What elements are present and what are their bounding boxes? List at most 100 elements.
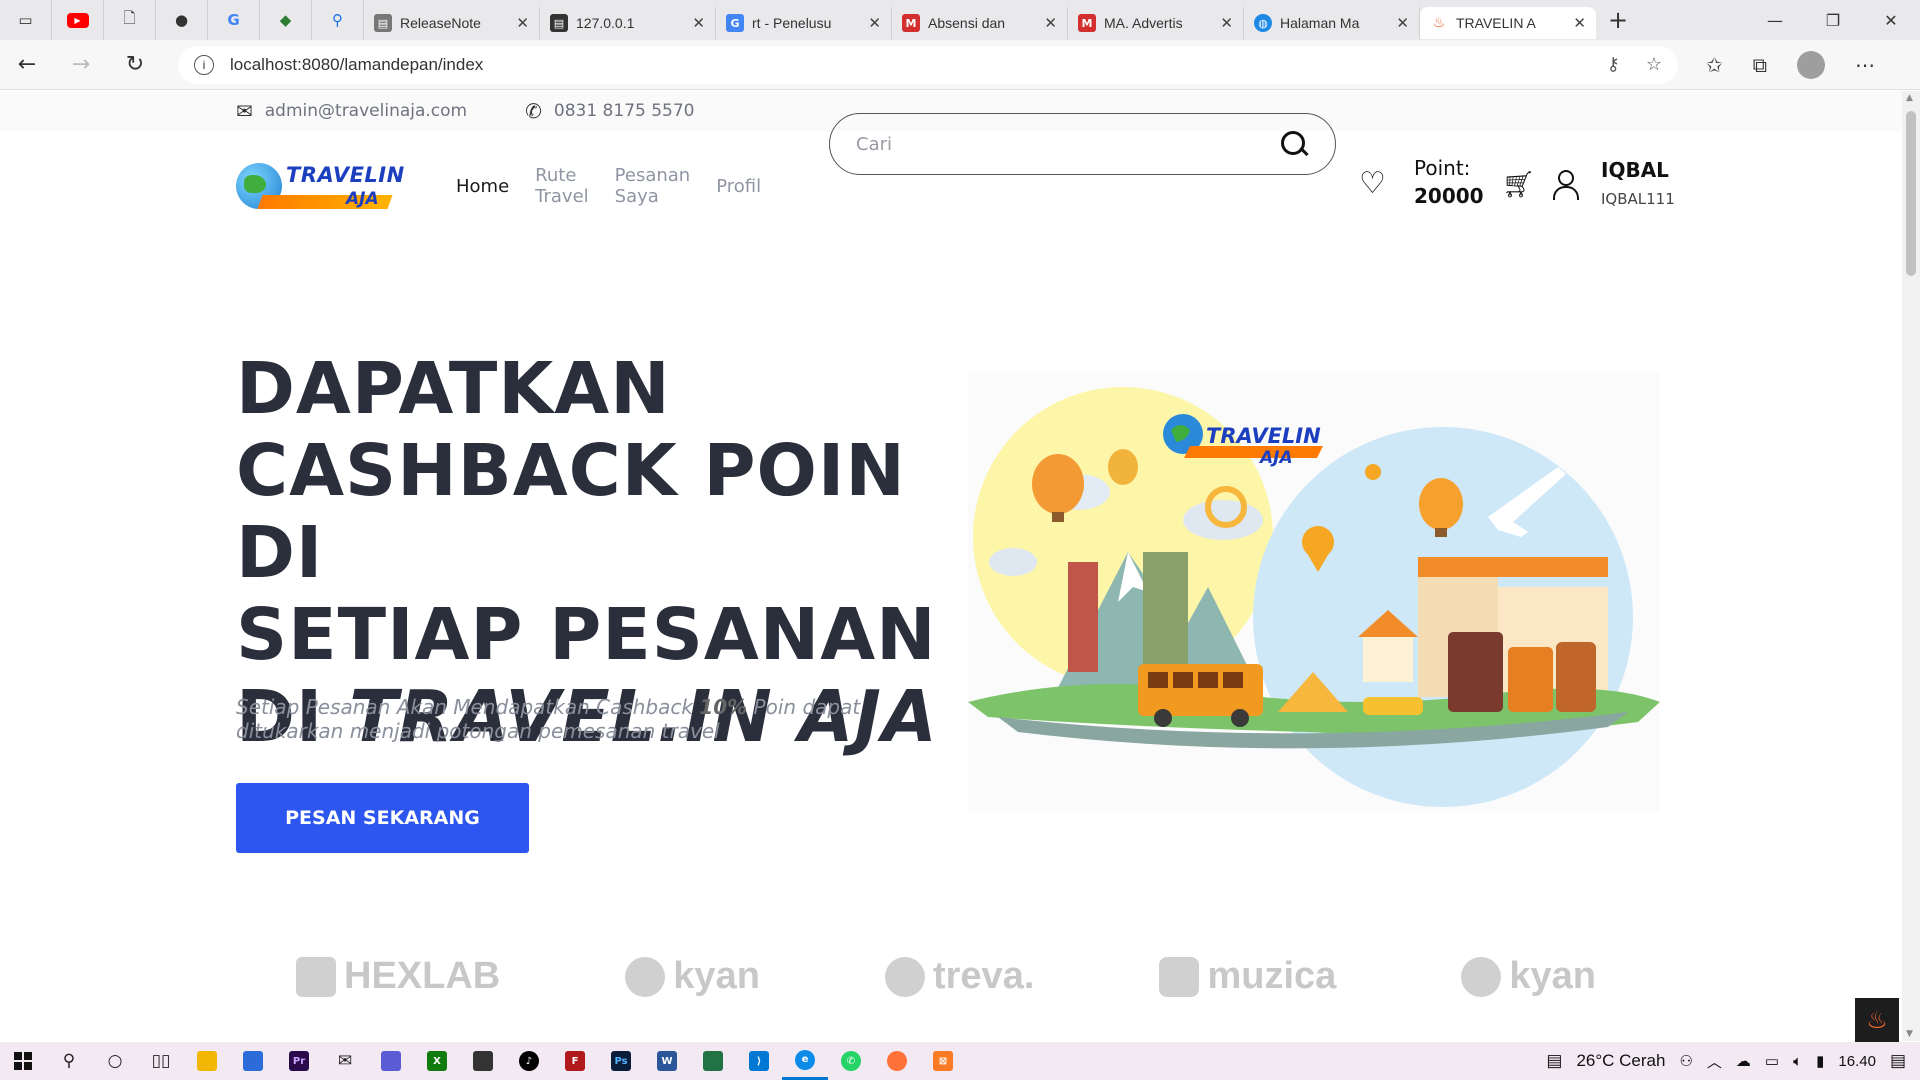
premiere-icon[interactable]: Pr xyxy=(276,1042,322,1080)
whatsapp-icon[interactable]: ✆ xyxy=(828,1042,874,1080)
partner-name: kyan xyxy=(673,955,760,997)
google-pinned-tab[interactable]: G xyxy=(208,0,260,40)
photoshop-icon[interactable]: Ps xyxy=(598,1042,644,1080)
github-pinned-tab[interactable]: ● xyxy=(156,0,208,40)
reload-icon[interactable]: ↻ xyxy=(108,45,162,85)
contact-email[interactable]: admin@travelinaja.com xyxy=(265,101,467,121)
close-icon[interactable]: ✕ xyxy=(868,14,881,32)
nav-home[interactable]: Home xyxy=(456,176,509,197)
volume-icon[interactable]: 🔈︎ xyxy=(1793,1053,1802,1070)
contact-phone[interactable]: 0831 8175 5570 xyxy=(554,101,695,121)
close-icon[interactable]: ✕ xyxy=(1044,14,1057,32)
hero-title-line: DAPATKAN xyxy=(236,347,671,430)
user-info[interactable]: IQBAL IQBAL111 xyxy=(1601,158,1675,208)
browser-tab[interactable]: M MA. Advertis ✕ xyxy=(1068,7,1244,39)
cortana-icon[interactable]: ○ xyxy=(92,1042,138,1080)
forward-icon[interactable]: → xyxy=(54,45,108,85)
notification-icon[interactable]: ▤ xyxy=(1890,1051,1906,1071)
cloud-icon[interactable]: ☁ xyxy=(1736,1052,1751,1070)
xampp-icon[interactable]: ⊠ xyxy=(920,1042,966,1080)
fire-icon: ♨ xyxy=(1432,15,1446,31)
youtube-pinned-tab[interactable]: ▶ xyxy=(52,0,104,40)
restore-icon[interactable]: ❐ xyxy=(1804,0,1862,40)
new-tab-button[interactable]: + xyxy=(1596,0,1640,40)
mail-icon[interactable]: ✉ xyxy=(322,1042,368,1080)
tiktok-icon[interactable]: ♪ xyxy=(506,1042,552,1080)
close-icon[interactable]: ✕ xyxy=(516,14,529,32)
search-input[interactable] xyxy=(856,133,1279,155)
search-icon[interactable]: ⚲ xyxy=(46,1042,92,1080)
back-icon[interactable]: ← xyxy=(0,45,54,85)
file-explorer-icon[interactable] xyxy=(184,1042,230,1080)
app-icon[interactable] xyxy=(368,1042,414,1080)
news-widget-icon[interactable]: ▤ xyxy=(1546,1051,1562,1071)
add-favorite-icon[interactable]: ☆ xyxy=(1646,54,1662,75)
tab-actions-icon[interactable]: ▭ xyxy=(0,0,52,40)
tab-title: MA. Advertis xyxy=(1104,15,1183,31)
browser-tab[interactable]: ▤ 127.0.0.1 ✕ xyxy=(540,7,716,39)
nav-profil[interactable]: Profil xyxy=(716,176,761,197)
app-cube-icon[interactable] xyxy=(460,1042,506,1080)
scroll-up-icon[interactable]: ▲ xyxy=(1906,93,1913,103)
partner-logo-kyan: kyan xyxy=(625,955,760,998)
scrollbar-thumb[interactable] xyxy=(1906,111,1916,276)
more-menu-icon[interactable]: ⋯ xyxy=(1855,53,1875,77)
close-window-icon[interactable]: ✕ xyxy=(1862,0,1920,40)
chevron-up-icon[interactable]: ︿ xyxy=(1707,1051,1722,1072)
browser-tab-active[interactable]: ♨ TRAVELIN A ✕ xyxy=(1420,7,1596,39)
task-view-icon[interactable]: ▯▯ xyxy=(138,1042,184,1080)
browser-tab[interactable]: ◍ Halaman Ma ✕ xyxy=(1244,7,1420,39)
browser-tab[interactable]: ▤ ReleaseNote ✕ xyxy=(364,7,540,39)
close-icon[interactable]: ✕ xyxy=(1573,14,1586,32)
minimize-icon[interactable]: — xyxy=(1746,0,1804,40)
hero-subtitle-percent: 10% xyxy=(699,695,748,719)
windows-start-icon[interactable] xyxy=(0,1042,46,1080)
page-scrollbar[interactable]: ▲ ▼ xyxy=(1902,91,1920,1041)
search-icon[interactable] xyxy=(1279,129,1309,159)
vscode-icon[interactable]: ⟩ xyxy=(736,1042,782,1080)
search-pinned-tab[interactable]: ⚲ xyxy=(312,0,364,40)
close-icon[interactable]: ✕ xyxy=(1396,14,1409,32)
url-text[interactable]: localhost:8080/lamandepan/index xyxy=(230,55,1607,75)
scroll-down-icon[interactable]: ▼ xyxy=(1906,1029,1913,1039)
heart-icon[interactable]: ♡ xyxy=(1359,166,1386,201)
cart-icon[interactable]: 🛒︎ xyxy=(1502,170,1535,200)
fire-icon[interactable]: ♨ xyxy=(1855,998,1899,1042)
xbox-icon[interactable]: X xyxy=(414,1042,460,1080)
close-icon[interactable]: ✕ xyxy=(692,14,705,32)
extension-pinned-tab[interactable]: ◆ xyxy=(260,0,312,40)
site-info-icon[interactable]: i xyxy=(194,54,214,75)
hero-subtitle: Setiap Pesanan Akan Mendapatkan Cashback… xyxy=(236,695,896,743)
logo-text-aja: AJA xyxy=(346,189,379,209)
network-icon[interactable]: ▭ xyxy=(1765,1052,1779,1070)
site-logo[interactable]: TRAVELIN AJA xyxy=(236,159,404,214)
profile-avatar[interactable] xyxy=(1797,50,1826,79)
edge-icon[interactable]: e xyxy=(782,1042,828,1080)
battery-icon[interactable]: ▮ xyxy=(1816,1052,1824,1070)
close-icon[interactable]: ✕ xyxy=(1220,14,1233,32)
filezilla-icon[interactable]: F xyxy=(552,1042,598,1080)
app-green-icon[interactable] xyxy=(690,1042,736,1080)
browser-tab[interactable]: G rt - Penelusu ✕ xyxy=(716,7,892,39)
user-icon[interactable] xyxy=(1553,170,1579,200)
firefox-icon[interactable] xyxy=(874,1042,920,1080)
nav-rute-travel[interactable]: Rute Travel xyxy=(535,165,589,207)
browser-tab[interactable]: M Absensi dan ✕ xyxy=(892,7,1068,39)
person-icon[interactable]: ⚇ xyxy=(1679,1052,1692,1070)
nav-saya-label: Saya xyxy=(614,186,659,207)
key-icon[interactable]: ⚷ xyxy=(1607,54,1620,75)
document-pinned-tab[interactable]: 🗋 xyxy=(104,0,156,40)
order-now-button[interactable]: PESAN SEKARANG xyxy=(236,783,529,853)
clock-time[interactable]: 16.40 xyxy=(1838,1053,1876,1070)
partner-logo-kyan-2: kyan xyxy=(1461,955,1596,998)
store-icon[interactable] xyxy=(230,1042,276,1080)
weather-text[interactable]: 26°C Cerah xyxy=(1576,1051,1665,1071)
url-field[interactable]: i localhost:8080/lamandepan/index ⚷ ☆ xyxy=(178,45,1678,84)
partner-name: kyan xyxy=(1509,955,1596,997)
word-icon[interactable]: W xyxy=(644,1042,690,1080)
nav-pesanan-saya[interactable]: Pesanan Saya xyxy=(615,165,691,207)
favorites-icon[interactable]: ✩ xyxy=(1706,53,1723,77)
collections-icon[interactable]: ⧉ xyxy=(1753,53,1767,77)
tab-title: Halaman Ma xyxy=(1280,15,1360,31)
partner-logo-hexlab: HEXLAB xyxy=(296,955,500,998)
